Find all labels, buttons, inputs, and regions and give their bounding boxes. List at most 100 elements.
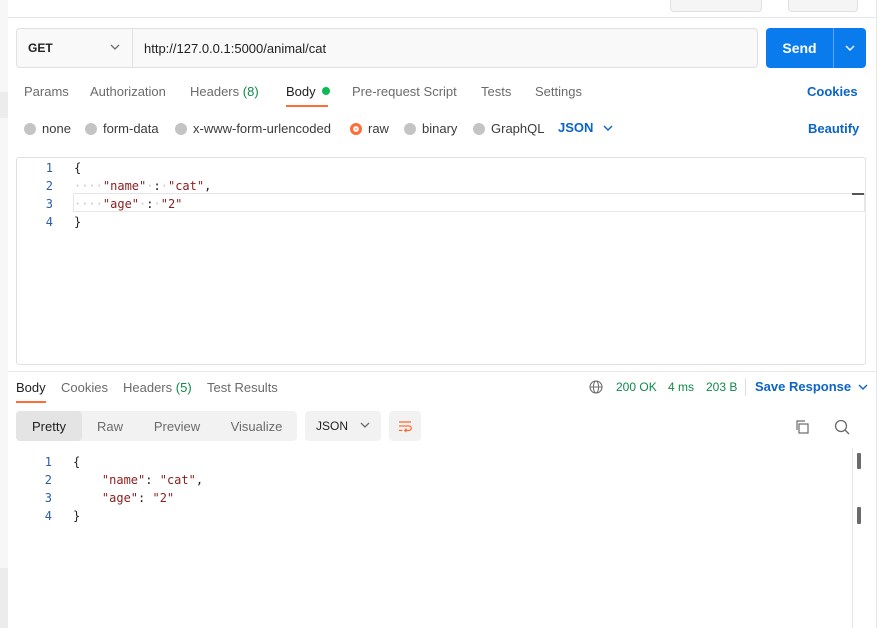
scrollbar-position-marker: [852, 193, 864, 195]
wrap-lines-button[interactable]: [389, 411, 421, 441]
search-button[interactable]: [832, 417, 852, 437]
radio-binary-label: binary: [422, 121, 458, 136]
tab-headers-count: (8): [242, 84, 259, 99]
code-text: ····"age"·:·"2": [74, 197, 183, 211]
tab-prerequest-script[interactable]: Pre-request Script: [352, 84, 457, 99]
send-options-button[interactable]: [834, 28, 866, 68]
code-line: 4 }: [17, 213, 81, 231]
body-language-label: JSON: [558, 120, 594, 135]
radio-binary[interactable]: binary: [404, 121, 457, 136]
response-size[interactable]: 203 B: [706, 380, 737, 394]
request-body-editor[interactable]: 1 { 2 ····"name"·:·"cat", 3 ····"age"·:·…: [16, 157, 866, 365]
send-button[interactable]: Send: [766, 28, 866, 68]
code-text: "name": "cat",: [101, 473, 204, 487]
view-visualize[interactable]: Visualize: [216, 411, 297, 441]
code-line: 2 ····"name"·:·"cat",: [17, 177, 212, 195]
url-input[interactable]: http://127.0.0.1:5000/animal/cat: [133, 29, 326, 67]
code-text: {: [73, 455, 80, 469]
code-text: }: [74, 215, 81, 229]
response-tab-test-results[interactable]: Test Results: [207, 380, 278, 395]
copy-button[interactable]: [792, 417, 812, 437]
response-time[interactable]: 4 ms: [668, 380, 694, 394]
chevron-down-icon: [603, 125, 613, 131]
json-value: "2": [152, 491, 175, 505]
view-raw[interactable]: Raw: [82, 411, 138, 441]
response-view-tabs: Pretty Raw Preview Visualize: [16, 411, 297, 441]
radio-none-label: none: [42, 121, 71, 136]
tab-params[interactable]: Params: [24, 84, 69, 99]
method-select[interactable]: GET: [17, 29, 133, 67]
radio-none[interactable]: none: [24, 121, 71, 136]
tab-authorization[interactable]: Authorization: [90, 84, 166, 99]
line-number: 4: [44, 509, 52, 523]
radio-dot: [85, 122, 97, 135]
view-preview[interactable]: Preview: [138, 411, 216, 441]
save-response-label: Save Response: [755, 379, 852, 394]
top-divider: [8, 17, 876, 18]
response-divider[interactable]: [8, 371, 876, 372]
response-body-viewer[interactable]: 1 { 2 "name": "cat", 3 "age": "2" 4 }: [16, 452, 852, 628]
radio-graphql[interactable]: GraphQL: [473, 121, 544, 136]
line-number: 4: [45, 215, 53, 229]
response-format-select[interactable]: JSON: [305, 411, 381, 441]
radio-dot-selected: [350, 122, 362, 135]
ws-dot: ·: [160, 179, 168, 193]
ws-dot: ·: [153, 197, 161, 211]
line-number: 1: [44, 455, 52, 469]
open-brace: {: [74, 161, 82, 175]
tab-body[interactable]: Body: [286, 84, 330, 99]
save-response-button[interactable]: Save Response: [755, 379, 868, 394]
scrollbar-thumb[interactable]: [857, 507, 861, 524]
right-divider: [876, 0, 877, 628]
radio-form-data-label: form-data: [103, 121, 159, 136]
code-line: 4 }: [16, 507, 80, 525]
open-brace: {: [73, 455, 81, 469]
response-status[interactable]: 200 OK: [616, 380, 657, 394]
radio-dot: [175, 122, 187, 135]
cookies-link[interactable]: Cookies: [807, 84, 858, 99]
body-language-select[interactable]: JSON: [558, 120, 613, 135]
current-line-highlight: [73, 193, 865, 212]
url-bar: GET http://127.0.0.1:5000/animal/cat: [16, 28, 758, 68]
globe-icon[interactable]: [589, 380, 603, 394]
code-text: "age": "2": [101, 491, 175, 505]
indent-dots: ····: [74, 197, 103, 211]
top-toolbar-button[interactable]: [788, 0, 858, 12]
left-sidebar-edge: [0, 0, 8, 628]
response-tab-body[interactable]: Body: [16, 380, 46, 395]
view-pretty[interactable]: Pretty: [16, 411, 82, 441]
close-brace: }: [73, 509, 81, 523]
copy-icon: [796, 420, 809, 434]
radio-graphql-label: GraphQL: [491, 121, 545, 136]
json-key: "age": [102, 197, 140, 211]
method-label: GET: [28, 41, 53, 55]
search-icon: [834, 419, 850, 435]
response-scrollbar-track[interactable]: [852, 448, 853, 628]
active-tab-underline: [286, 105, 328, 107]
editor-scrollbar-track[interactable]: [865, 158, 866, 364]
chevron-down-icon: [360, 422, 370, 428]
top-toolbar-button[interactable]: [670, 0, 762, 12]
radio-raw[interactable]: raw: [350, 121, 389, 136]
json-key: "name": [102, 179, 147, 193]
code-text: {: [74, 161, 81, 175]
scrollbar-thumb[interactable]: [857, 453, 861, 469]
response-tab-headers[interactable]: Headers (5): [123, 380, 192, 395]
close-brace: }: [74, 215, 82, 229]
response-tab-cookies[interactable]: Cookies: [61, 380, 108, 395]
wrap-lines-icon: [399, 421, 412, 433]
json-key: "name": [101, 473, 146, 487]
beautify-link[interactable]: Beautify: [808, 121, 859, 136]
chevron-down-icon: [845, 45, 855, 51]
code-text: }: [73, 509, 80, 523]
line-number: 3: [44, 491, 52, 505]
radio-urlencoded[interactable]: x-www-form-urlencoded: [175, 121, 331, 136]
json-value: "cat": [159, 473, 196, 487]
ws-dot: ·: [139, 197, 147, 211]
tab-settings[interactable]: Settings: [535, 84, 582, 99]
tab-headers[interactable]: Headers (8): [190, 84, 259, 99]
response-tab-headers-count: (5): [175, 380, 192, 395]
radio-raw-label: raw: [368, 121, 389, 136]
radio-form-data[interactable]: form-data: [85, 121, 159, 136]
tab-tests[interactable]: Tests: [481, 84, 511, 99]
